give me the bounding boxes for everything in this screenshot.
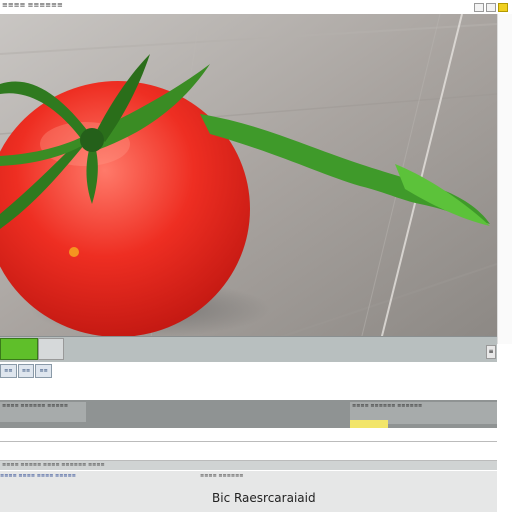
scroll-handle[interactable]: ≡ — [486, 345, 496, 359]
vertical-scrollbar[interactable] — [497, 14, 512, 344]
content-panel — [0, 362, 497, 401]
maximize-button[interactable] — [486, 2, 496, 12]
status-caption: Bic Raesrcaraiaid — [212, 491, 316, 505]
close-button[interactable] — [498, 2, 508, 12]
tomato-image — [0, 14, 497, 344]
right-margin — [497, 344, 512, 512]
status-left-text: ≡≡≡≡ ≡≡≡≡ ≡≡≡≡ ≡≡≡≡≡ — [0, 473, 76, 479]
info-bar-left-text: ≡≡≡≡ ≡≡≡≡≡≡ ≡≡≡≡≡ — [0, 402, 86, 422]
window-controls — [474, 2, 508, 12]
list-row[interactable] — [0, 442, 497, 461]
image-strip — [0, 336, 497, 363]
thumbnail-selected[interactable] — [0, 338, 38, 360]
mini-toolbar: ≡≡ ≡≡ ≡≡ — [0, 364, 53, 378]
highlight-chip[interactable] — [350, 420, 388, 428]
list-row[interactable] — [0, 429, 497, 442]
status-mid-text: ≡≡≡≡ ≡≡≡≡≡≡ — [200, 473, 244, 479]
toolbar-button-3[interactable]: ≡≡ — [35, 364, 53, 378]
thumbnail[interactable] — [38, 338, 64, 360]
toolbar-button-2[interactable]: ≡≡ — [17, 364, 35, 378]
minimize-button[interactable] — [474, 2, 484, 12]
toolbar-button-1[interactable]: ≡≡ — [0, 364, 17, 378]
window-title: ≡≡≡≡ ≡≡≡≡≡≡ — [2, 1, 63, 9]
list-row-header: ≡≡≡≡ ≡≡≡≡≡ ≡≡≡≡ ≡≡≡≡≡≡ ≡≡≡≡ — [0, 461, 497, 470]
title-bar — [0, 0, 512, 13]
